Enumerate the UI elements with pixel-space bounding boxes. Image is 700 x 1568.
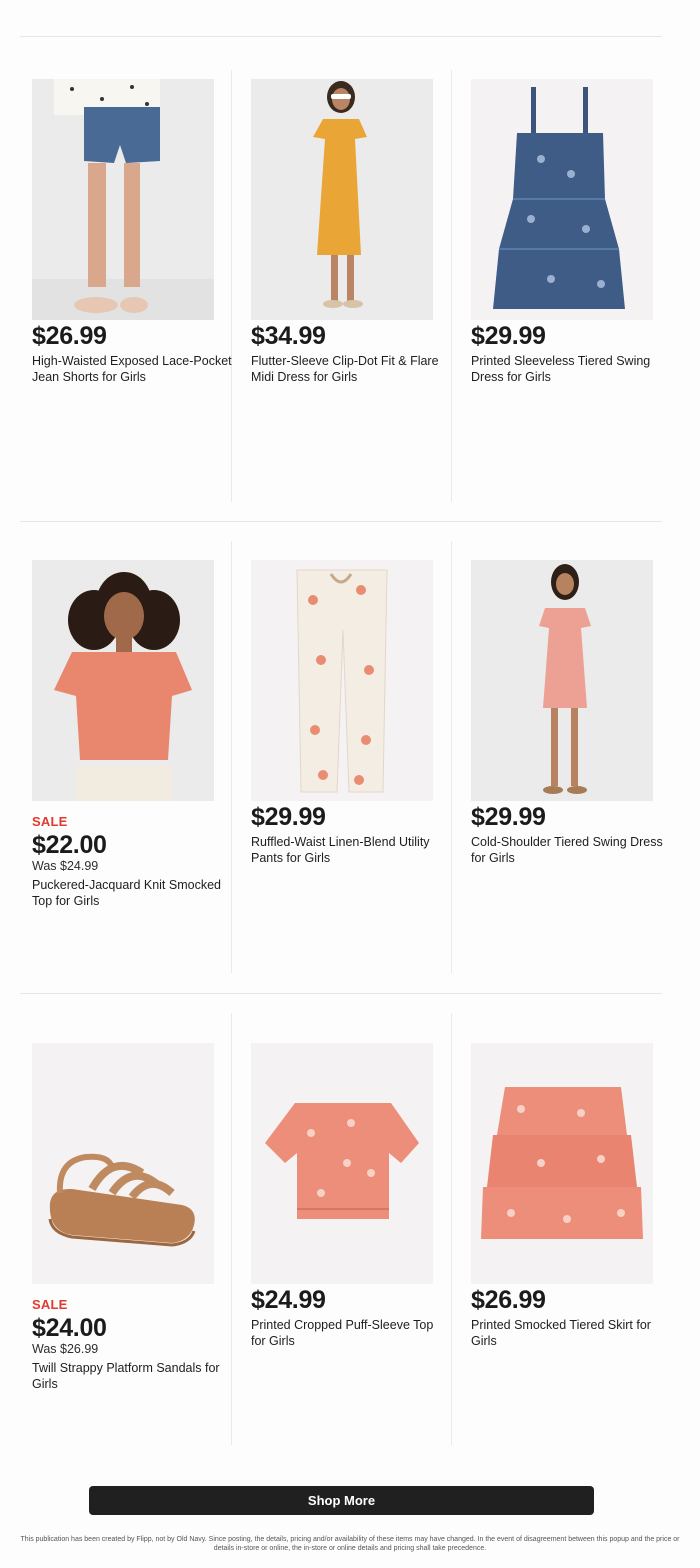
product-card[interactable]: $29.99 Printed Sleeveless Tiered Swing D…: [471, 79, 671, 385]
product-price: $29.99: [471, 803, 546, 831]
product-card[interactable]: SALE $22.00 Was $24.99 Puckered-Jacquard…: [32, 560, 232, 909]
product-title[interactable]: Printed Cropped Puff-Sleeve Top for Girl…: [251, 1318, 451, 1349]
shop-more-button[interactable]: Shop More: [89, 1486, 594, 1515]
product-price: $24.00: [32, 1314, 107, 1342]
product-title[interactable]: Printed Sleeveless Tiered Swing Dress fo…: [471, 354, 671, 385]
product-price: $26.99: [471, 1286, 546, 1314]
product-title[interactable]: Cold-Shoulder Tiered Swing Dress for Gir…: [471, 835, 671, 866]
product-title[interactable]: Flutter-Sleeve Clip-Dot Fit & Flare Midi…: [251, 354, 451, 385]
product-image-yellow-dress[interactable]: [251, 79, 433, 320]
product-image-floral-pants[interactable]: [251, 560, 433, 801]
column-divider: [451, 1013, 452, 1445]
product-card[interactable]: $34.99 Flutter-Sleeve Clip-Dot Fit & Fla…: [251, 79, 451, 385]
column-divider: [451, 70, 452, 502]
product-price: $24.99: [251, 1286, 326, 1314]
product-row-2: SALE $22.00 Was $24.99 Puckered-Jacquard…: [0, 541, 700, 973]
row-divider: [20, 521, 662, 522]
product-price: $29.99: [251, 803, 326, 831]
product-row-1: $26.99 High-Waisted Exposed Lace-Pocket …: [0, 70, 700, 502]
product-image-pink-dress[interactable]: [471, 560, 653, 801]
product-title[interactable]: Ruffled-Waist Linen-Blend Utility Pants …: [251, 835, 451, 866]
product-title[interactable]: Printed Smocked Tiered Skirt for Girls: [471, 1318, 671, 1349]
product-card[interactable]: $29.99 Ruffled-Waist Linen-Blend Utility…: [251, 560, 451, 866]
product-price: $22.00: [32, 831, 107, 859]
product-image-jean-shorts[interactable]: [32, 79, 214, 320]
product-row-3: SALE $24.00 Was $26.99 Twill Strappy Pla…: [0, 1013, 700, 1445]
product-title[interactable]: Puckered-Jacquard Knit Smocked Top for G…: [32, 878, 232, 909]
product-image-pink-top[interactable]: [32, 560, 214, 801]
product-image-cropped-top[interactable]: [251, 1043, 433, 1284]
row-divider: [20, 993, 662, 994]
product-image-blue-dress[interactable]: [471, 79, 653, 320]
product-price: $26.99: [32, 322, 107, 350]
product-title[interactable]: Twill Strappy Platform Sandals for Girls: [32, 1361, 232, 1392]
product-card[interactable]: $26.99 Printed Smocked Tiered Skirt for …: [471, 1043, 671, 1349]
product-image-sandal[interactable]: [32, 1043, 214, 1284]
sale-label: SALE: [32, 814, 68, 829]
product-image-tiered-skirt[interactable]: [471, 1043, 653, 1284]
product-title[interactable]: High-Waisted Exposed Lace-Pocket Jean Sh…: [32, 354, 232, 385]
disclaimer-text: This publication has been created by Fli…: [20, 1536, 680, 1552]
column-divider: [451, 541, 452, 973]
was-price: Was $26.99: [32, 1342, 99, 1356]
product-card[interactable]: $26.99 High-Waisted Exposed Lace-Pocket …: [32, 79, 232, 385]
product-card[interactable]: $29.99 Cold-Shoulder Tiered Swing Dress …: [471, 560, 671, 866]
top-divider: [20, 36, 662, 37]
was-price: Was $24.99: [32, 859, 99, 873]
product-price: $34.99: [251, 322, 326, 350]
product-card[interactable]: $24.99 Printed Cropped Puff-Sleeve Top f…: [251, 1043, 451, 1349]
sale-label: SALE: [32, 1297, 68, 1312]
product-price: $29.99: [471, 322, 546, 350]
product-card[interactable]: SALE $24.00 Was $26.99 Twill Strappy Pla…: [32, 1043, 232, 1392]
